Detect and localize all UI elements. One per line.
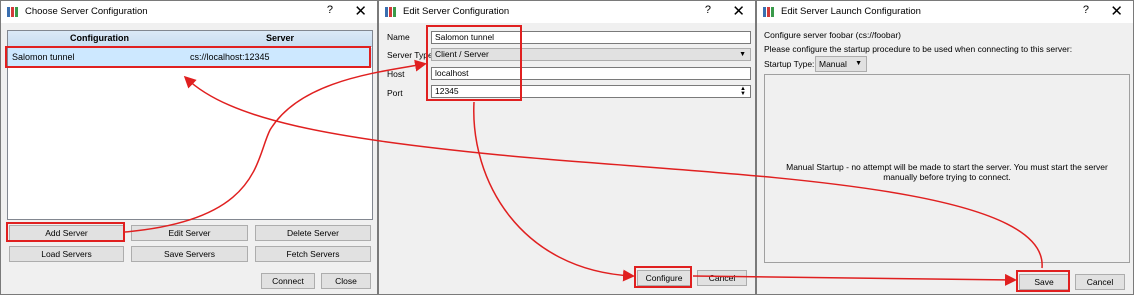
help-icon[interactable]: ? (327, 4, 333, 16)
fetch-servers-button[interactable]: Fetch Servers (255, 246, 371, 262)
title-bar: Edit Server Configuration ? ✕ (379, 1, 755, 23)
cancel-button[interactable]: Cancel (1075, 274, 1125, 290)
row-configuration: Salomon tunnel (12, 52, 75, 62)
port-spinbox[interactable]: 12345 ▲ ▼ (431, 85, 751, 98)
dialog-title: Edit Server Configuration (403, 6, 510, 17)
server-table: Configuration Server Salomon tunnel cs:/… (7, 30, 373, 220)
server-type-value: Client / Server (435, 49, 489, 59)
startup-type-select[interactable]: Manual ▼ (815, 56, 867, 72)
configure-server-text: Configure server foobar (cs://foobar) (764, 30, 902, 40)
save-button[interactable]: Save (1019, 274, 1069, 290)
instructions-text: Please configure the startup procedure t… (764, 44, 1073, 54)
paraview-logo-icon (7, 7, 18, 17)
startup-type-label: Startup Type: (764, 59, 815, 69)
column-header-server[interactable]: Server (266, 33, 294, 43)
name-field[interactable]: Salomon tunnel (431, 31, 751, 44)
port-value: 12345 (435, 86, 459, 96)
close-icon[interactable]: ✕ (354, 2, 367, 20)
save-servers-button[interactable]: Save Servers (131, 246, 248, 262)
help-icon[interactable]: ? (1083, 4, 1089, 16)
port-label: Port (387, 88, 403, 98)
chevron-down-icon: ▼ (739, 51, 746, 58)
paraview-logo-icon (763, 7, 774, 17)
server-type-select[interactable]: Client / Server ▼ (431, 48, 751, 61)
cancel-button[interactable]: Cancel (697, 270, 747, 286)
close-icon[interactable]: ✕ (732, 2, 745, 20)
edit-server-dialog: Edit Server Configuration ? ✕ Name Salom… (378, 0, 756, 295)
host-label: Host (387, 69, 405, 79)
column-header-configuration[interactable]: Configuration (70, 33, 129, 43)
startup-panel: Manual Startup - no attempt will be made… (764, 74, 1130, 263)
title-bar: Choose Server Configuration ? ✕ (1, 1, 377, 23)
table-header: Configuration Server (8, 31, 372, 47)
delete-server-button[interactable]: Delete Server (255, 225, 371, 241)
host-field[interactable]: localhost (431, 67, 751, 80)
configure-button[interactable]: Configure (637, 270, 691, 286)
add-server-button[interactable]: Add Server (9, 225, 124, 241)
spinner-arrows-icon[interactable]: ▲ ▼ (740, 86, 746, 97)
manual-startup-text: Manual Startup - no attempt will be made… (786, 162, 1108, 182)
server-type-label: Server Type (387, 50, 433, 60)
close-icon[interactable]: ✕ (1110, 2, 1123, 20)
chevron-down-icon: ▼ (855, 60, 862, 67)
load-servers-button[interactable]: Load Servers (9, 246, 124, 262)
table-row[interactable]: Salomon tunnel cs://localhost:12345 (8, 48, 372, 67)
dialog-title: Choose Server Configuration (25, 6, 148, 17)
choose-server-dialog: Choose Server Configuration ? ✕ Configur… (0, 0, 378, 295)
edit-server-button[interactable]: Edit Server (131, 225, 248, 241)
dialog-title: Edit Server Launch Configuration (781, 6, 921, 17)
name-label: Name (387, 32, 410, 42)
startup-type-value: Manual (819, 59, 847, 69)
title-bar: Edit Server Launch Configuration ? ✕ (757, 1, 1133, 23)
close-button[interactable]: Close (321, 273, 371, 289)
row-server: cs://localhost:12345 (190, 52, 270, 62)
help-icon[interactable]: ? (705, 4, 711, 16)
paraview-logo-icon (385, 7, 396, 17)
edit-launch-dialog: Edit Server Launch Configuration ? ✕ Con… (756, 0, 1134, 295)
connect-button[interactable]: Connect (261, 273, 315, 289)
